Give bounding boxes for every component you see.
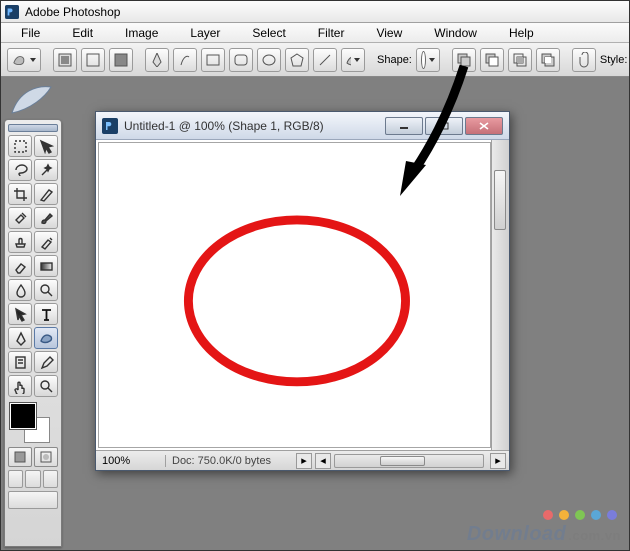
menu-edit[interactable]: Edit: [56, 24, 109, 42]
gradient-tool[interactable]: [34, 255, 58, 277]
menu-select[interactable]: Select: [236, 24, 301, 42]
horizontal-scrollbar[interactable]: [334, 454, 484, 468]
menu-view[interactable]: View: [360, 24, 418, 42]
scroll-right-button[interactable]: ▸: [490, 453, 506, 469]
scrollbar-thumb[interactable]: [380, 456, 425, 466]
polygon-tool-button[interactable]: [285, 48, 309, 72]
lasso-tool[interactable]: [8, 159, 32, 181]
pen-tool-button[interactable]: [145, 48, 169, 72]
document-title: Untitled-1 @ 100% (Shape 1, RGB/8): [124, 119, 324, 133]
window-titlebar[interactable]: Untitled-1 @ 100% (Shape 1, RGB/8): [96, 112, 509, 140]
zoom-tool[interactable]: [34, 375, 58, 397]
options-bar: Shape: Style:: [1, 43, 629, 77]
combine-subtract-button[interactable]: [480, 48, 504, 72]
history-brush-tool[interactable]: [34, 231, 58, 253]
custom-shape-tool[interactable]: [34, 327, 58, 349]
menu-help[interactable]: Help: [493, 24, 550, 42]
crop-tool[interactable]: [8, 183, 32, 205]
menu-window[interactable]: Window: [418, 24, 493, 42]
status-bar: 100% Doc: 750.0K/0 bytes ▸ ◂ ▸: [96, 450, 509, 470]
slice-tool[interactable]: [34, 183, 58, 205]
path-select-tool[interactable]: [8, 303, 32, 325]
rectangle-tool-button[interactable]: [201, 48, 225, 72]
app-titlebar: Adobe Photoshop: [1, 1, 629, 23]
minimize-icon: [399, 122, 409, 130]
watermark-dots: [543, 510, 617, 520]
chevron-down-icon: [30, 58, 36, 62]
style-label: Style:: [600, 54, 628, 66]
menu-file[interactable]: File: [5, 24, 56, 42]
menu-layer[interactable]: Layer: [174, 24, 236, 42]
shape-picker[interactable]: [416, 48, 440, 72]
tool-preset-picker[interactable]: [7, 48, 41, 72]
close-icon: [479, 122, 489, 130]
document-icon: [102, 118, 118, 134]
menubar: File Edit Image Layer Select Filter View…: [1, 23, 629, 43]
pen-tool[interactable]: [8, 327, 32, 349]
paths-button[interactable]: [81, 48, 105, 72]
rounded-rect-tool-button[interactable]: [229, 48, 253, 72]
maximize-button[interactable]: [425, 117, 463, 135]
combine-intersect-button[interactable]: [508, 48, 532, 72]
shape-ellipse[interactable]: [188, 220, 405, 382]
hand-tool[interactable]: [8, 375, 32, 397]
vertical-scrollbar[interactable]: [491, 140, 509, 450]
move-tool[interactable]: [34, 135, 58, 157]
marquee-tool[interactable]: [8, 135, 32, 157]
standard-mode-button[interactable]: [8, 447, 32, 467]
link-icon: [577, 52, 591, 68]
doc-info: Doc: 750.0K/0 bytes: [166, 455, 296, 467]
notes-tool[interactable]: [8, 351, 32, 373]
type-tool[interactable]: [34, 303, 58, 325]
shape-layers-button[interactable]: [53, 48, 77, 72]
shape-swatch-icon: [421, 51, 426, 69]
chevron-down-icon: [429, 58, 435, 62]
menu-filter[interactable]: Filter: [302, 24, 361, 42]
screen-mode-standard[interactable]: [8, 470, 23, 488]
healing-brush-tool[interactable]: [8, 207, 32, 229]
fill-pixels-button[interactable]: [109, 48, 133, 72]
shape-label: Shape:: [377, 54, 412, 66]
jump-to-imageready-button[interactable]: [8, 491, 58, 509]
screen-mode-full-menubar[interactable]: [25, 470, 40, 488]
photoshop-icon: [5, 5, 19, 19]
quickmask-mode-button[interactable]: [34, 447, 58, 467]
chevron-down-icon: [354, 58, 360, 62]
status-menu-button[interactable]: ▸: [296, 453, 312, 469]
watermark: Download.com.vn: [465, 523, 621, 546]
clone-stamp-tool[interactable]: [8, 231, 32, 253]
eyedropper-tool[interactable]: [34, 351, 58, 373]
panel-grip[interactable]: [8, 124, 58, 132]
photoshop-feather-icon: [7, 83, 55, 117]
toolbox-panel: [4, 119, 62, 547]
eraser-tool[interactable]: [8, 255, 32, 277]
link-layers-button[interactable]: [572, 48, 596, 72]
combine-exclude-button[interactable]: [536, 48, 560, 72]
freeform-pen-button[interactable]: [173, 48, 197, 72]
ellipse-tool-button[interactable]: [257, 48, 281, 72]
menu-image[interactable]: Image: [109, 24, 174, 42]
app-title: Adobe Photoshop: [25, 5, 120, 19]
minimize-button[interactable]: [385, 117, 423, 135]
combine-add-button[interactable]: [452, 48, 476, 72]
foreground-color-swatch[interactable]: [10, 403, 36, 429]
zoom-field[interactable]: 100%: [96, 455, 166, 467]
custom-shape-tool-button[interactable]: [341, 48, 365, 72]
dodge-tool[interactable]: [34, 279, 58, 301]
brush-tool[interactable]: [34, 207, 58, 229]
blur-tool[interactable]: [8, 279, 32, 301]
close-button[interactable]: [465, 117, 503, 135]
color-swatches[interactable]: [8, 401, 58, 443]
canvas[interactable]: [98, 142, 491, 448]
scrollbar-thumb[interactable]: [494, 170, 506, 230]
magic-wand-tool[interactable]: [34, 159, 58, 181]
screen-mode-full[interactable]: [43, 470, 58, 488]
line-tool-button[interactable]: [313, 48, 337, 72]
scroll-left-button[interactable]: ◂: [315, 453, 331, 469]
custom-shape-icon: [12, 53, 27, 67]
maximize-icon: [439, 122, 449, 130]
document-window: Untitled-1 @ 100% (Shape 1, RGB/8) 100% …: [95, 111, 510, 471]
